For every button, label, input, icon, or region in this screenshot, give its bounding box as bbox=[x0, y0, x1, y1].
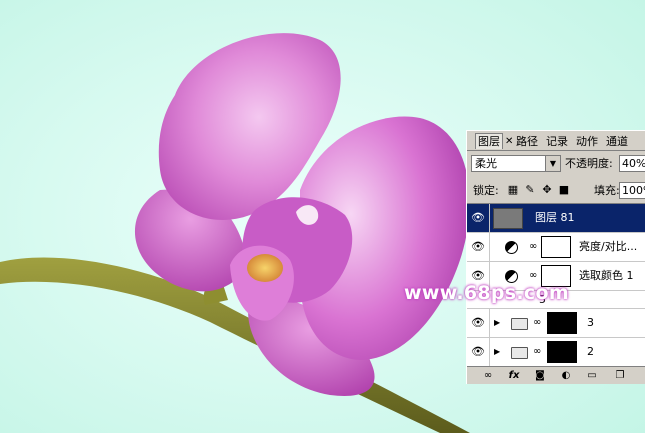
tab-history[interactable]: 记录 bbox=[544, 134, 570, 149]
watermark-text: www.68ps.com bbox=[404, 282, 569, 304]
lock-all-icon[interactable]: ■ bbox=[558, 184, 570, 196]
folder-icon bbox=[511, 347, 528, 359]
panel-bottom-bar: ∞ fx ◙ ◐ ▭ ❐ bbox=[467, 366, 645, 384]
layer-name: 3 bbox=[587, 316, 594, 329]
layer-name: 2 bbox=[587, 345, 594, 358]
close-icon[interactable]: ✕ bbox=[505, 134, 513, 149]
tab-layers[interactable]: 图层 bbox=[475, 133, 503, 149]
chevron-down-icon[interactable]: ▼ bbox=[545, 156, 560, 171]
expand-triangle-icon[interactable]: ▶ bbox=[494, 318, 500, 328]
mask-icon[interactable]: ◙ bbox=[533, 370, 547, 382]
chain-icon: ∞ bbox=[529, 241, 538, 252]
chain-icon: ∞ bbox=[533, 317, 542, 328]
eye-icon[interactable]: 👁 bbox=[470, 316, 486, 330]
folder-icon[interactable]: ▭ bbox=[585, 370, 599, 382]
lock-transparency-icon[interactable]: ▦ bbox=[507, 184, 519, 196]
eye-icon[interactable]: 👁 bbox=[470, 211, 486, 225]
lock-label: 锁定: bbox=[473, 184, 499, 197]
layer-name: 选取颜色 1 bbox=[579, 269, 634, 282]
layer-row[interactable]: 👁 ▶ ∞ 3 bbox=[467, 309, 645, 338]
tab-channels[interactable]: 通道 bbox=[604, 134, 630, 149]
tab-paths[interactable]: 路径 bbox=[514, 134, 540, 149]
fill-input[interactable]: 100% bbox=[619, 182, 645, 199]
adjustment-icon[interactable]: ◐ bbox=[559, 370, 573, 382]
opacity-input[interactable]: 40% bbox=[619, 155, 645, 172]
lock-position-icon[interactable]: ✥ bbox=[541, 184, 553, 196]
opacity-label: 不透明度: bbox=[565, 157, 613, 170]
tab-actions[interactable]: 动作 bbox=[574, 134, 600, 149]
new-layer-icon[interactable]: ❐ bbox=[613, 370, 627, 382]
layer-thumbnail bbox=[493, 208, 523, 229]
adjustment-icon bbox=[505, 241, 518, 254]
fx-icon[interactable]: fx bbox=[507, 370, 521, 382]
lock-image-icon[interactable]: ✎ bbox=[524, 184, 536, 196]
layer-mask bbox=[547, 341, 577, 363]
layer-name: 图层 81 bbox=[535, 211, 575, 224]
eye-icon[interactable]: 👁 bbox=[470, 240, 486, 254]
fill-label: 填充: bbox=[594, 184, 620, 197]
blend-mode-select[interactable]: 柔光 ▼ bbox=[471, 155, 561, 172]
layer-name: 亮度/对比... bbox=[579, 240, 638, 253]
chain-icon: ∞ bbox=[533, 346, 542, 357]
layers-panel: 图层 ✕ 路径 记录 动作 通道 柔光 ▼ 不透明度: 40% 锁定: ▦ ✎ … bbox=[466, 130, 645, 384]
blend-mode-value: 柔光 bbox=[475, 157, 497, 170]
panel-tabs: 图层 ✕ 路径 记录 动作 通道 bbox=[467, 131, 645, 151]
eye-icon[interactable]: 👁 bbox=[470, 269, 486, 283]
layer-row[interactable]: 👁 ▶ ∞ 2 bbox=[467, 338, 645, 367]
chain-icon: ∞ bbox=[529, 270, 538, 281]
folder-icon bbox=[511, 318, 528, 330]
layer-mask bbox=[547, 312, 577, 334]
expand-triangle-icon[interactable]: ▶ bbox=[494, 347, 500, 357]
eye-icon[interactable]: 👁 bbox=[470, 345, 486, 359]
layer-row[interactable]: 👁 ∞ 亮度/对比... bbox=[467, 233, 645, 262]
layer-row[interactable]: 👁 图层 81 bbox=[467, 204, 645, 233]
layer-mask bbox=[541, 236, 571, 258]
link-icon[interactable]: ∞ bbox=[481, 370, 495, 382]
